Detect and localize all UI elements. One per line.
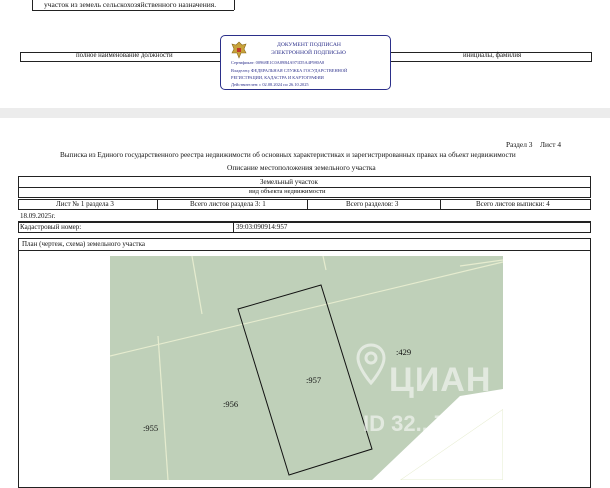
position-caption: полное наименование должности	[76, 52, 173, 59]
parcel-label-956: :956	[223, 399, 239, 409]
cadastral-label: Кадастровый номер:	[20, 223, 82, 231]
cian-watermark: ЦИАН ID 32...72	[355, 343, 505, 443]
sheet-of-section: Лист № 1 раздела 3	[56, 200, 114, 208]
extract-subheading: Описание местоположения земельного участ…	[227, 163, 376, 172]
stamp-owner-line2: РЕГИСТРАЦИИ, КАДАСТРА И КАРТОГРАФИИ	[231, 75, 324, 80]
cell-divider	[440, 199, 441, 210]
stamp-title-line1: ДОКУМЕНТ ПОДПИСАН	[277, 42, 341, 48]
cadastral-row	[18, 222, 591, 233]
stamp-title-line2: ЭЛЕКТРОННОЙ ПОДПИСЬЮ	[271, 50, 346, 56]
total-sheets-extract: Всего листов выписки: 4	[476, 200, 550, 208]
stamp-validity: Действителен: с 02.08.2024 по 26.10.2025	[231, 82, 309, 87]
page-separator	[0, 108, 610, 118]
signature-row-left	[20, 52, 21, 61]
cadastral-number: 39:03:090914:957	[236, 223, 288, 231]
coat-of-arms-icon	[231, 41, 247, 59]
plan-title-divider	[18, 250, 591, 251]
signature-row-right	[591, 52, 592, 61]
parcel-label-955: :955	[143, 423, 159, 433]
cell-divider	[157, 199, 158, 210]
object-type-caption: вид объекта недвижимости	[249, 188, 326, 195]
parcel-label-957: :957	[306, 375, 322, 385]
stamp-owner-line1: Владелец: ФЕДЕРАЛЬНАЯ СЛУЖБА ГОСУДАРСТВЕ…	[231, 68, 348, 73]
map-pin-icon	[356, 343, 386, 386]
boundary-line	[157, 335, 169, 480]
table-border	[32, 10, 234, 11]
total-sections: Всего разделов: 3	[346, 200, 399, 208]
cell-divider	[233, 222, 234, 233]
previous-page-fragment: участок из земель сельскохозяйственного …	[0, 0, 610, 108]
sheet-label: Лист 4	[540, 140, 562, 149]
total-sheets-section: Всего листов раздела 3: 1	[190, 200, 266, 208]
watermark-id: ID 32...72	[363, 411, 459, 436]
table-border	[32, 0, 33, 10]
extract-heading: Выписка из Единого государственного реес…	[60, 151, 516, 159]
section-label: Раздел 3	[506, 140, 533, 149]
boundary-line	[191, 256, 203, 315]
boundary-line	[110, 261, 503, 357]
electronic-signature-stamp: ДОКУМЕНТ ПОДПИСАН ЭЛЕКТРОННОЙ ПОДПИСЬЮ С…	[220, 35, 391, 90]
cell-divider	[307, 199, 308, 210]
extract-date: 18.09.2025г.	[20, 212, 56, 220]
watermark-text: ЦИАН	[389, 361, 492, 399]
initials-caption: инициалы, фамилия	[463, 52, 522, 59]
table-border	[234, 0, 235, 10]
parcel-957-outline	[237, 284, 373, 476]
plan-title: План (чертеж, схема) земельного участка	[22, 240, 146, 248]
land-use-text: участок из земель сельскохозяйственного …	[44, 0, 217, 9]
stamp-certificate: Сертификат: 00968E1C0A89B4A971D5A4F980A8	[231, 60, 325, 65]
object-type: Земельный участок	[260, 178, 318, 186]
boundary-line	[322, 256, 327, 271]
